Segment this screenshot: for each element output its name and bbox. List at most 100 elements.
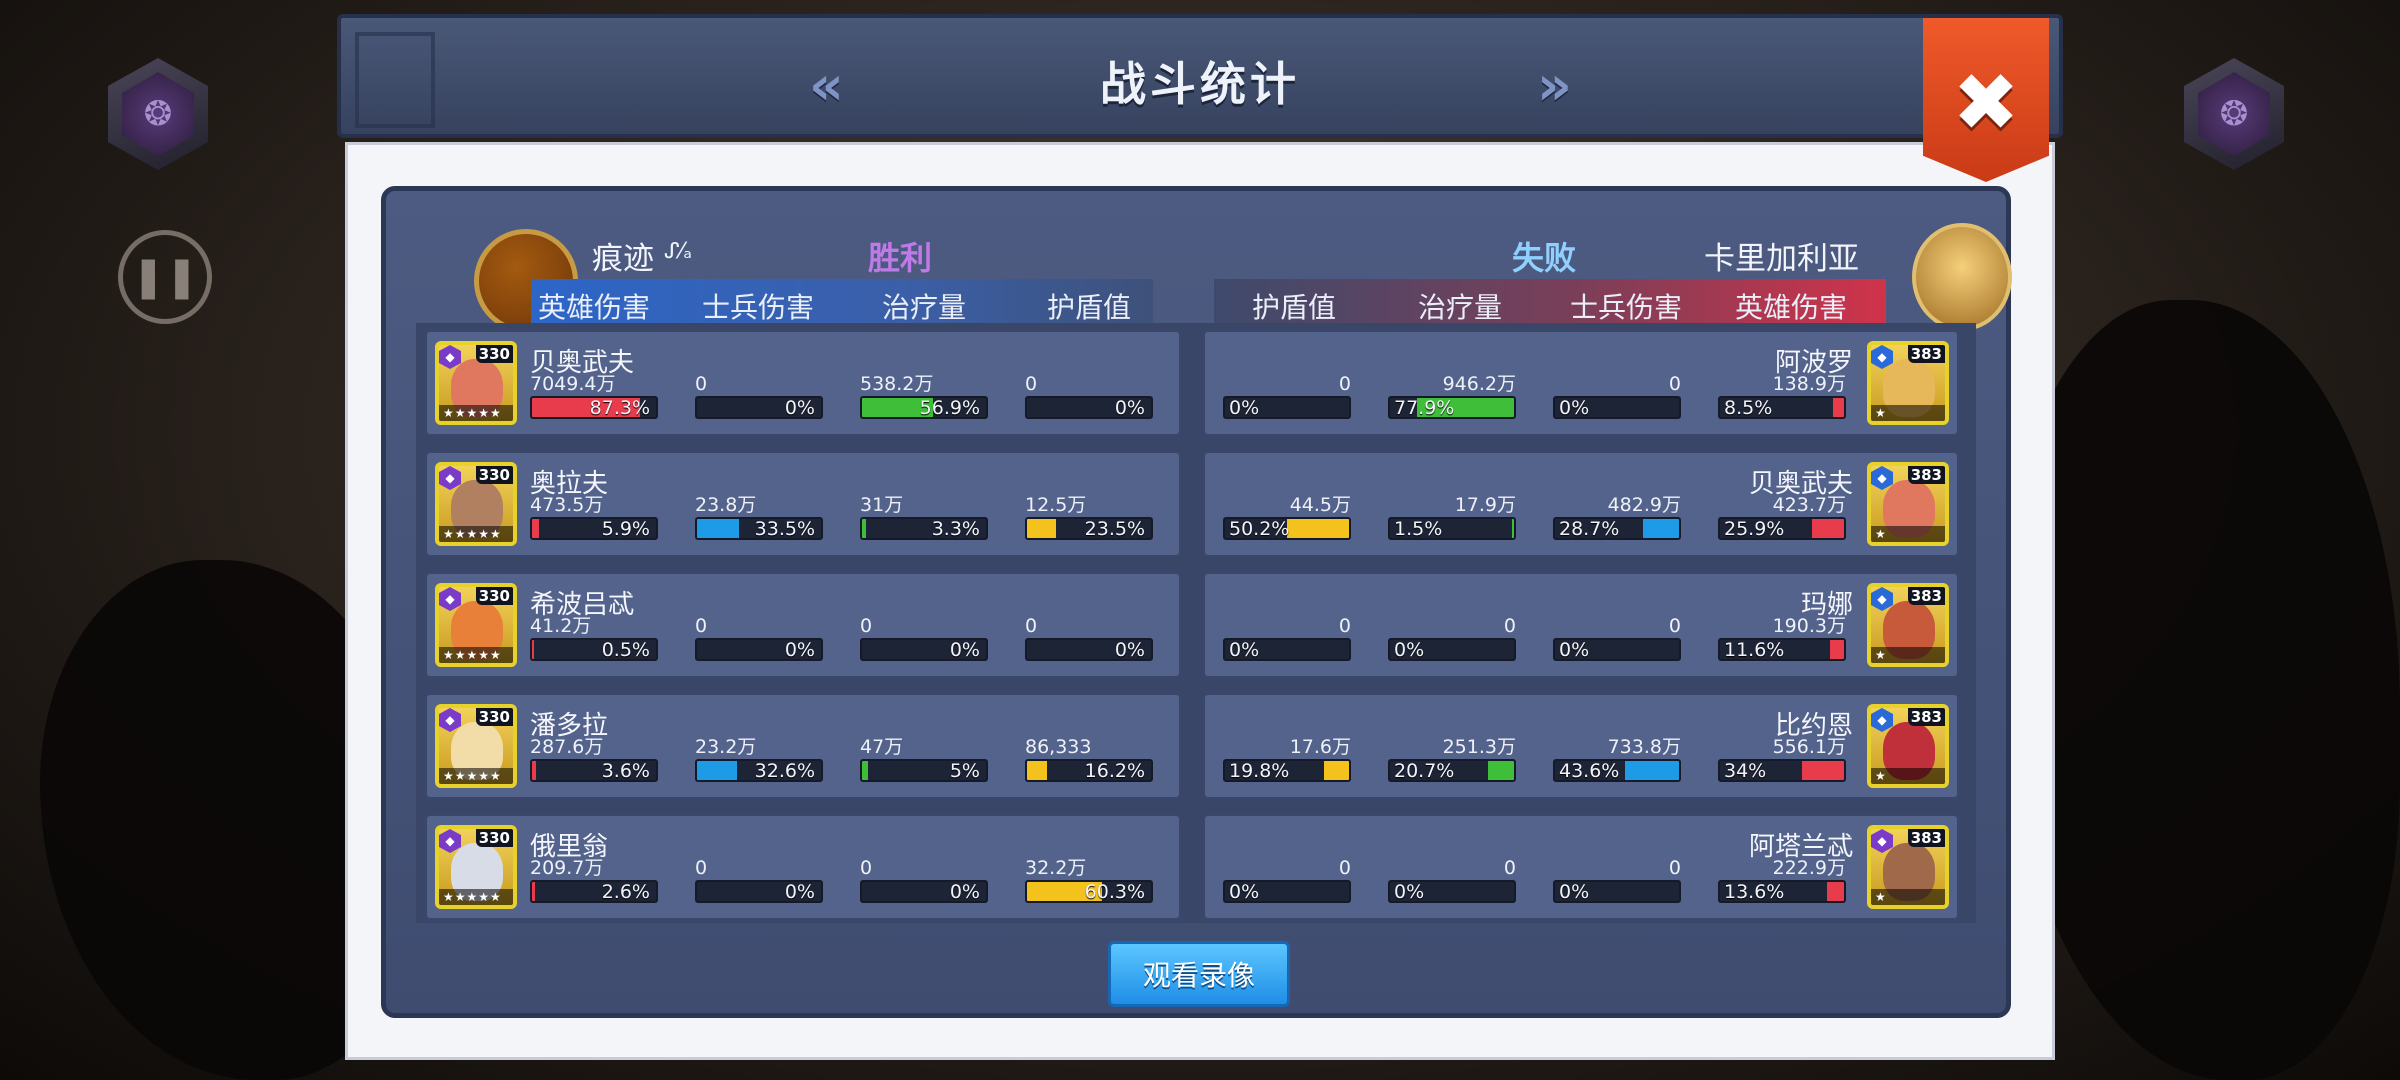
stat-share-bar: 0% [1223, 880, 1351, 903]
right-column-header: 护盾值 治疗量 士兵伤害 英雄伤害 [1214, 279, 1886, 327]
stat-share-percent: 0% [949, 881, 980, 903]
stat-share-fill [697, 519, 739, 538]
stat-share-bar: 34% [1718, 759, 1846, 782]
stat-share-bar: 0% [695, 396, 823, 419]
star-rating-icon: ★ [1871, 647, 1945, 663]
stat-share-percent: 56.9% [919, 397, 980, 419]
my-player-mark: ᔑ⁄ₐ [664, 239, 692, 264]
stat-share-fill [532, 882, 536, 901]
close-icon: ✖ [1952, 56, 2020, 149]
stat-share-percent: 0% [1394, 881, 1425, 903]
stat-share-percent: 20.7% [1394, 760, 1455, 782]
stat-share-fill [1488, 761, 1514, 780]
stat-value: 7049.4万 [530, 373, 616, 395]
next-page-icon[interactable]: » [1537, 54, 1572, 117]
victory-label: 胜利 [868, 239, 933, 277]
stat-share-fill [697, 761, 738, 780]
stat-cell: 17.9万 1.5% [1388, 493, 1516, 540]
stat-share-bar: 0% [860, 638, 988, 661]
stat-cell: 0 0% [1025, 614, 1153, 661]
stat-cell: 190.3万 11.6% [1718, 614, 1846, 661]
star-rating-icon: ★ [1871, 768, 1945, 784]
stat-value: 23.8万 [695, 494, 757, 516]
stat-cell: 0 0% [695, 856, 823, 903]
stat-share-percent: 0% [1394, 639, 1425, 661]
stat-share-bar: 87.3% [530, 396, 658, 419]
stat-share-percent: 0% [1559, 639, 1590, 661]
stat-share-fill [1833, 398, 1844, 417]
hero-portrait[interactable]: ◆ 383 ★ [1867, 341, 1949, 425]
pause-button[interactable]: ❚❚ [118, 230, 212, 324]
stat-cell: 0 0% [1223, 614, 1351, 661]
stat-cell: 44.5万 50.2% [1223, 493, 1351, 540]
stat-cell: 473.5万 5.9% [530, 493, 658, 540]
stat-value: 190.3万 [1772, 615, 1846, 637]
stat-share-bar: 0% [695, 638, 823, 661]
hero-stat-card: ◆ 330 ★★★★★ 希波吕忒 41.2万 0.5% 0 0% 0 0% 0 0% [424, 571, 1182, 679]
stat-share-bar: 0% [1223, 396, 1351, 419]
stat-value: 423.7万 [1772, 494, 1846, 516]
enemy-avatar[interactable] [1912, 223, 2012, 331]
title-bar: « 战斗统计 » [337, 14, 2063, 138]
my-player-name: 痕迹 [592, 241, 654, 277]
col-hero-damage: 英雄伤害 [537, 291, 650, 324]
stat-share-bar: 20.7% [1388, 759, 1516, 782]
col-healing: 治疗量 [881, 291, 966, 324]
col-shield: 护盾值 [1251, 291, 1336, 324]
stat-share-fill [1811, 519, 1844, 538]
hero-stat-card: ◆ 383 ★ 阿波罗 0 0% 946.2万 77.9% 0 0% 138.9万 8.5% [1202, 329, 1960, 437]
stat-share-bar: 23.5% [1025, 517, 1153, 540]
stat-share-bar: 0.5% [530, 638, 658, 661]
stat-value: 0 [1025, 373, 1038, 395]
stat-share-percent: 13.6% [1724, 881, 1785, 903]
stat-share-bar: 33.5% [695, 517, 823, 540]
stat-cell: 138.9万 8.5% [1718, 372, 1846, 419]
stat-share-percent: 0% [784, 881, 815, 903]
defeat-label: 失败 [1512, 239, 1577, 277]
stat-share-percent: 5.9% [601, 518, 650, 540]
hero-level: 330 [475, 466, 513, 484]
stat-share-bar: 8.5% [1718, 396, 1846, 419]
watch-replay-button[interactable]: 观看录像 [1108, 941, 1290, 1007]
stat-cell: 0 0% [1388, 856, 1516, 903]
stat-share-percent: 2.6% [601, 881, 650, 903]
hero-portrait[interactable]: ◆ 383 ★ [1867, 583, 1949, 667]
stat-share-percent: 5% [949, 760, 980, 782]
stat-share-fill [1286, 519, 1349, 538]
stat-share-percent: 50.2% [1229, 518, 1290, 540]
stat-value: 17.6万 [1289, 736, 1351, 758]
stat-share-percent: 0% [949, 639, 980, 661]
stat-share-bar: 16.2% [1025, 759, 1153, 782]
stat-value: 41.2万 [530, 615, 592, 637]
stat-cell: 0 0% [1553, 614, 1681, 661]
stat-value: 47万 [860, 736, 904, 758]
hero-portrait[interactable]: ◆ 330 ★★★★★ [435, 341, 517, 425]
stat-value: 138.9万 [1772, 373, 1846, 395]
stat-share-percent: 11.6% [1724, 639, 1785, 661]
close-button[interactable]: ✖ [1923, 18, 2049, 182]
stat-cell: 86,333 16.2% [1025, 735, 1153, 782]
stat-value: 209.7万 [530, 857, 604, 879]
hero-portrait[interactable]: ◆ 330 ★★★★★ [435, 704, 517, 788]
hero-level: 330 [475, 829, 513, 847]
hero-stat-card: ◆ 330 ★★★★★ 奥拉夫 473.5万 5.9% 23.8万 33.5% 31万 3.3% 1… [424, 450, 1182, 558]
col-healing: 治疗量 [1417, 291, 1502, 324]
stat-share-percent: 0.5% [601, 639, 650, 661]
stat-value: 946.2万 [1442, 373, 1516, 395]
star-rating-icon: ★ [1871, 405, 1945, 421]
hero-portrait[interactable]: ◆ 330 ★★★★★ [435, 583, 517, 667]
stat-value: 538.2万 [860, 373, 934, 395]
hero-portrait[interactable]: ◆ 383 ★ [1867, 462, 1949, 546]
hero-portrait[interactable]: ◆ 330 ★★★★★ [435, 825, 517, 909]
stat-cell: 0 0% [1553, 856, 1681, 903]
stat-share-fill [1027, 519, 1057, 538]
hero-portrait[interactable]: ◆ 330 ★★★★★ [435, 462, 517, 546]
star-rating-icon: ★★★★★ [439, 647, 513, 663]
hero-portrait[interactable]: ◆ 383 ★ [1867, 704, 1949, 788]
stat-value: 12.5万 [1025, 494, 1087, 516]
stat-share-bar: 13.6% [1718, 880, 1846, 903]
stat-cell: 23.8万 33.5% [695, 493, 823, 540]
hero-portrait[interactable]: ◆ 383 ★ [1867, 825, 1949, 909]
stat-share-percent: 28.7% [1559, 518, 1620, 540]
dragon-icon: ❂ [2198, 72, 2270, 156]
